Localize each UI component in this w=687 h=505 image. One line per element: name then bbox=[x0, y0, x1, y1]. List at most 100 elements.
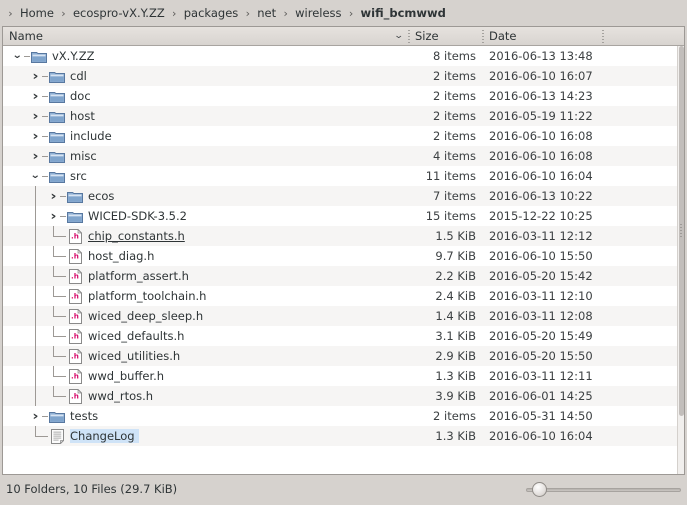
row-date-cell: 2016-06-10 15:50 bbox=[489, 249, 593, 263]
row-name-cell[interactable]: .h wiced_utilities.h bbox=[3, 346, 408, 366]
row-name-label[interactable]: chip_constants.h bbox=[88, 229, 189, 243]
table-row[interactable]: ⌄ vX.Y.ZZ 8 items 2016-06-13 13:48 bbox=[3, 46, 684, 66]
row-name-label[interactable]: vX.Y.ZZ bbox=[52, 49, 98, 63]
row-name-cell[interactable]: .h wwd_buffer.h bbox=[3, 366, 408, 386]
column-header-name[interactable]: Name ⌄ bbox=[3, 27, 408, 46]
breadcrumb-item-ecospro-vx-y-zz[interactable]: ecospro-vX.Y.ZZ bbox=[70, 2, 168, 24]
row-name-label[interactable]: misc bbox=[70, 149, 101, 163]
vertical-scrollbar[interactable] bbox=[677, 46, 684, 474]
row-name-cell[interactable]: › include bbox=[3, 126, 408, 146]
row-name-cell[interactable]: .h chip_constants.h bbox=[3, 226, 408, 246]
file-rows[interactable]: ⌄ vX.Y.ZZ 8 items 2016-06-13 13:48 › cdl 2 ite… bbox=[3, 46, 684, 474]
row-name-cell[interactable]: .h platform_assert.h bbox=[3, 266, 408, 286]
tree-connector bbox=[47, 386, 61, 406]
table-row[interactable]: › include 2 items 2016-06-10 16:08 bbox=[3, 126, 684, 146]
chevron-down-icon[interactable]: ⌄ bbox=[29, 166, 42, 186]
tree-connector bbox=[60, 206, 66, 226]
row-name-label[interactable]: wwd_buffer.h bbox=[88, 369, 168, 383]
row-name-label[interactable]: wiced_deep_sleep.h bbox=[88, 309, 207, 323]
row-name-cell[interactable]: .h platform_toolchain.h bbox=[3, 286, 408, 306]
table-row[interactable]: .h wiced_deep_sleep.h 1.4 KiB 2016-03-11 12… bbox=[3, 306, 684, 326]
row-name-label[interactable]: WICED-SDK-3.5.2 bbox=[88, 209, 191, 223]
table-row[interactable]: .h wwd_rtos.h 3.9 KiB 2016-06-01 14:25 bbox=[3, 386, 684, 406]
table-row[interactable]: › tests 2 items 2016-05-31 14:50 bbox=[3, 406, 684, 426]
row-name-cell[interactable]: › ecos bbox=[3, 186, 408, 206]
chevron-right-icon[interactable]: › bbox=[29, 86, 42, 106]
table-row[interactable]: ChangeLog 1.3 KiB 2016-06-10 16:04 bbox=[3, 426, 684, 446]
row-name-label[interactable]: include bbox=[70, 129, 116, 143]
table-row[interactable]: › cdl 2 items 2016-06-10 16:07 bbox=[3, 66, 684, 86]
column-resize-handle-size[interactable] bbox=[408, 29, 410, 43]
column-header-date[interactable]: Date bbox=[482, 27, 602, 46]
table-row[interactable]: .h platform_toolchain.h 2.4 KiB 2016-03-11 … bbox=[3, 286, 684, 306]
table-row[interactable]: ⌄ src 11 items 2016-06-10 16:04 bbox=[3, 166, 684, 186]
row-size-cell: 1.3 KiB bbox=[435, 429, 476, 443]
row-name-cell[interactable]: ⌄ vX.Y.ZZ bbox=[3, 46, 408, 66]
row-name-label[interactable]: wiced_utilities.h bbox=[88, 349, 184, 363]
chevron-right-icon[interactable]: › bbox=[29, 126, 42, 146]
chevron-right-icon[interactable]: › bbox=[29, 106, 42, 126]
breadcrumb-item-net[interactable]: net bbox=[254, 2, 279, 24]
breadcrumb-item-wifi-bcmwwd[interactable]: wifi_bcmwwd bbox=[358, 2, 449, 24]
tree-connector bbox=[60, 306, 66, 326]
row-name-cell[interactable]: ⌄ src bbox=[3, 166, 408, 186]
row-name-cell[interactable]: .h wiced_defaults.h bbox=[3, 326, 408, 346]
row-name-cell[interactable]: .h host_diag.h bbox=[3, 246, 408, 266]
header-file-icon: .h bbox=[66, 246, 84, 266]
row-name-label[interactable]: doc bbox=[70, 89, 95, 103]
chevron-right-icon[interactable]: › bbox=[29, 406, 42, 426]
zoom-slider-thumb[interactable] bbox=[532, 482, 547, 497]
row-name-label[interactable]: ChangeLog bbox=[70, 429, 139, 443]
table-row[interactable]: › WICED-SDK-3.5.2 15 items 2015-12-22 10:25 bbox=[3, 206, 684, 226]
column-resize-handle-end[interactable] bbox=[602, 29, 604, 43]
row-name-label[interactable]: src bbox=[70, 169, 91, 183]
tree-connector bbox=[60, 366, 66, 386]
row-name-label[interactable]: platform_assert.h bbox=[88, 269, 193, 283]
zoom-slider-track[interactable] bbox=[526, 488, 681, 492]
zoom-slider[interactable] bbox=[526, 480, 681, 498]
row-name-label[interactable]: platform_toolchain.h bbox=[88, 289, 210, 303]
breadcrumb-item-home[interactable]: Home bbox=[17, 2, 57, 24]
row-name-cell[interactable]: › WICED-SDK-3.5.2 bbox=[3, 206, 408, 226]
breadcrumb-item-packages[interactable]: packages bbox=[181, 2, 242, 24]
column-header-row: Name ⌄ Size Date bbox=[3, 27, 684, 46]
row-name-label[interactable]: wwd_rtos.h bbox=[88, 389, 157, 403]
chevron-right-icon[interactable]: › bbox=[47, 206, 60, 226]
column-header-size[interactable]: Size bbox=[408, 27, 482, 46]
table-row[interactable]: .h wiced_defaults.h 3.1 KiB 2016-05-20 15:4… bbox=[3, 326, 684, 346]
table-row[interactable]: .h chip_constants.h 1.5 KiB 2016-03-11 12:1… bbox=[3, 226, 684, 246]
chevron-right-icon[interactable]: › bbox=[47, 186, 60, 206]
row-name-cell[interactable]: ChangeLog bbox=[3, 426, 408, 446]
column-resize-handle-date[interactable] bbox=[482, 29, 484, 43]
row-name-cell[interactable]: › host bbox=[3, 106, 408, 126]
table-row[interactable]: .h platform_assert.h 2.2 KiB 2016-05-20 15:… bbox=[3, 266, 684, 286]
folder-icon bbox=[48, 146, 66, 166]
table-row[interactable]: .h host_diag.h 9.7 KiB 2016-06-10 15:50 bbox=[3, 246, 684, 266]
row-name-label[interactable]: ecos bbox=[88, 189, 118, 203]
row-name-label[interactable]: tests bbox=[70, 409, 102, 423]
row-name-cell[interactable]: › misc bbox=[3, 146, 408, 166]
table-row[interactable]: .h wiced_utilities.h 2.9 KiB 2016-05-20 15:… bbox=[3, 346, 684, 366]
row-name-label[interactable]: cdl bbox=[70, 69, 91, 83]
table-row[interactable]: .h wwd_buffer.h 1.3 KiB 2016-03-11 12:11 bbox=[3, 366, 684, 386]
breadcrumb-item-wireless[interactable]: wireless bbox=[292, 2, 344, 24]
row-name-label[interactable]: host_diag.h bbox=[88, 249, 158, 263]
row-name-cell[interactable]: .h wwd_rtos.h bbox=[3, 386, 408, 406]
chevron-down-icon[interactable]: ⌄ bbox=[11, 46, 24, 66]
row-name-cell[interactable]: › cdl bbox=[3, 66, 408, 86]
tree-connector bbox=[42, 106, 48, 126]
table-row[interactable]: › misc 4 items 2016-06-10 16:08 bbox=[3, 146, 684, 166]
table-row[interactable]: › ecos 7 items 2016-06-13 10:22 bbox=[3, 186, 684, 206]
row-name-cell[interactable]: › doc bbox=[3, 86, 408, 106]
sort-chevron-down-icon[interactable]: ⌄ bbox=[394, 31, 404, 41]
chevron-right-icon[interactable]: › bbox=[29, 66, 42, 86]
table-row[interactable]: › doc 2 items 2016-06-13 14:23 bbox=[3, 86, 684, 106]
row-name-cell[interactable]: › tests bbox=[3, 406, 408, 426]
row-name-label[interactable]: wiced_defaults.h bbox=[88, 329, 188, 343]
table-row[interactable]: › host 2 items 2016-05-19 11:22 bbox=[3, 106, 684, 126]
tree-guide-line bbox=[35, 206, 36, 226]
row-name-cell[interactable]: .h wiced_deep_sleep.h bbox=[3, 306, 408, 326]
row-name-label[interactable]: host bbox=[70, 109, 99, 123]
chevron-right-icon[interactable]: › bbox=[29, 146, 42, 166]
